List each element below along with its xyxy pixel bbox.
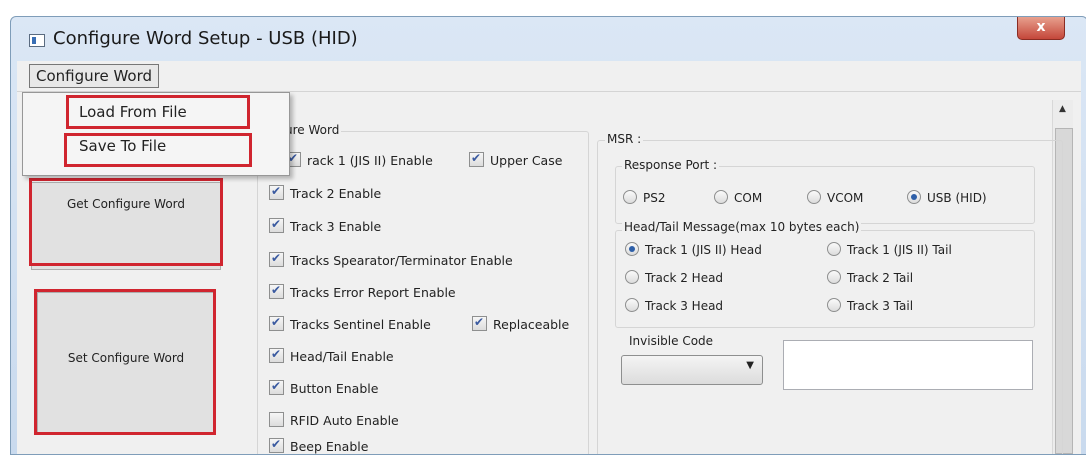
radio-dot xyxy=(807,190,821,204)
button-enable-checkbox[interactable]: Button Enable xyxy=(269,378,379,397)
checkbox-label: Beep Enable xyxy=(290,439,369,454)
checkbox-label: Tracks Error Report Enable xyxy=(290,285,456,300)
checkbox-box xyxy=(269,282,284,299)
radio-label: PS2 xyxy=(643,191,666,205)
checkbox-label: Track 2 Enable xyxy=(290,186,382,201)
checkbox-label: Head/Tail Enable xyxy=(290,349,394,364)
checkbox-label: Replaceable xyxy=(493,317,570,332)
radio-track3-head[interactable]: Track 3 Head xyxy=(625,298,723,314)
head-tail-label: Head/Tail Message(max 10 bytes each) xyxy=(622,220,862,234)
app-icon xyxy=(29,34,45,47)
radio-dot xyxy=(625,242,639,256)
radio-label: COM xyxy=(734,191,763,205)
head-tail-enable-checkbox[interactable]: Head/Tail Enable xyxy=(269,346,394,365)
radio-track3-tail[interactable]: Track 3 Tail xyxy=(827,298,913,314)
main-window: Configure Word Setup - USB (HID) x Confi… xyxy=(10,16,1086,455)
radio-label: Track 3 Head xyxy=(645,299,724,313)
checkbox-label: Tracks Sentinel Enable xyxy=(290,317,431,332)
checkbox-label: RFID Auto Enable xyxy=(290,413,399,428)
checkbox-box xyxy=(472,314,487,331)
radio-dot xyxy=(827,242,841,256)
window-title: Configure Word Setup - USB (HID) xyxy=(53,28,358,49)
checkbox-box xyxy=(269,216,284,233)
checkbox-box xyxy=(269,436,284,453)
chevron-down-icon: ▼ xyxy=(746,360,754,371)
radio-track1-head[interactable]: Track 1 (JIS II) Head xyxy=(625,242,762,258)
radio-dot xyxy=(907,190,921,204)
highlight-load-from-file xyxy=(66,95,250,129)
checkbox-label: Track 3 Enable xyxy=(290,219,382,234)
invisible-code-textbox[interactable] xyxy=(783,340,1033,390)
close-button[interactable]: x xyxy=(1017,17,1065,40)
radio-label: USB (HID) xyxy=(927,191,987,205)
radio-track1-tail[interactable]: Track 1 (JIS II) Tail xyxy=(827,242,952,258)
track2-enable-checkbox[interactable]: Track 2 Enable xyxy=(269,183,382,202)
scroll-up-arrow-icon[interactable]: ▲ xyxy=(1059,104,1066,114)
menu-bar: Configure Word xyxy=(17,61,1081,92)
track1-enable-checkbox[interactable]: rack 1 (JIS II) Enable xyxy=(286,150,433,169)
checkbox-box xyxy=(269,183,284,200)
checkbox-label: Tracks Spearator/Terminator Enable xyxy=(290,253,513,268)
radio-com[interactable]: COM xyxy=(714,190,762,206)
checkbox-box xyxy=(269,378,284,395)
beep-enable-checkbox[interactable]: Beep Enable xyxy=(269,436,369,454)
radio-label: Track 3 Tail xyxy=(847,299,914,313)
checkbox-box xyxy=(269,250,284,267)
radio-dot xyxy=(625,298,639,312)
radio-label: Track 1 (JIS II) Tail xyxy=(847,243,952,257)
menu-configure-word[interactable]: Configure Word xyxy=(29,64,160,88)
radio-label: Track 1 (JIS II) Head xyxy=(645,243,762,257)
track3-enable-checkbox[interactable]: Track 3 Enable xyxy=(269,216,382,235)
upper-case-checkbox[interactable]: Upper Case xyxy=(469,150,563,169)
radio-track2-tail[interactable]: Track 2 Tail xyxy=(827,270,913,286)
radio-dot xyxy=(827,270,841,284)
rfid-auto-enable-checkbox[interactable]: RFID Auto Enable xyxy=(269,412,399,429)
radio-track2-head[interactable]: Track 2 Head xyxy=(625,270,723,286)
replaceable-checkbox[interactable]: Replaceable xyxy=(472,314,570,333)
configure-word-group-label: ure Word xyxy=(283,123,342,137)
radio-dot xyxy=(625,270,639,284)
radio-dot xyxy=(714,190,728,204)
radio-dot xyxy=(623,190,637,204)
checkbox-label: Button Enable xyxy=(290,381,379,396)
checkbox-box xyxy=(469,150,484,167)
highlight-get-button xyxy=(29,178,223,266)
error-report-checkbox[interactable]: Tracks Error Report Enable xyxy=(269,282,456,301)
title-bar[interactable]: Configure Word Setup - USB (HID) x xyxy=(11,17,1086,59)
response-port-label: Response Port : xyxy=(622,158,720,172)
invisible-code-label: Invisible Code xyxy=(627,334,716,348)
sentinel-enable-checkbox[interactable]: Tracks Sentinel Enable xyxy=(269,314,431,333)
highlight-save-to-file xyxy=(64,133,252,167)
msr-group-label: MSR : xyxy=(605,132,644,146)
radio-label: Track 2 Tail xyxy=(847,271,914,285)
separator-terminator-checkbox[interactable]: Tracks Spearator/Terminator Enable xyxy=(269,250,513,269)
radio-dot xyxy=(827,298,841,312)
checkbox-box xyxy=(269,346,284,363)
checkbox-box xyxy=(269,412,284,427)
checkbox-label: Upper Case xyxy=(490,153,563,168)
radio-ps2[interactable]: PS2 xyxy=(623,190,666,206)
highlight-set-button xyxy=(34,289,216,435)
checkbox-label: rack 1 (JIS II) Enable xyxy=(307,153,433,168)
checkbox-box xyxy=(269,314,284,331)
radio-label: Track 2 Head xyxy=(645,271,724,285)
invisible-code-select[interactable]: ▼ xyxy=(621,355,763,385)
radio-vcom[interactable]: VCOM xyxy=(807,190,863,206)
radio-usb-hid[interactable]: USB (HID) xyxy=(907,190,987,206)
radio-label: VCOM xyxy=(827,191,864,205)
